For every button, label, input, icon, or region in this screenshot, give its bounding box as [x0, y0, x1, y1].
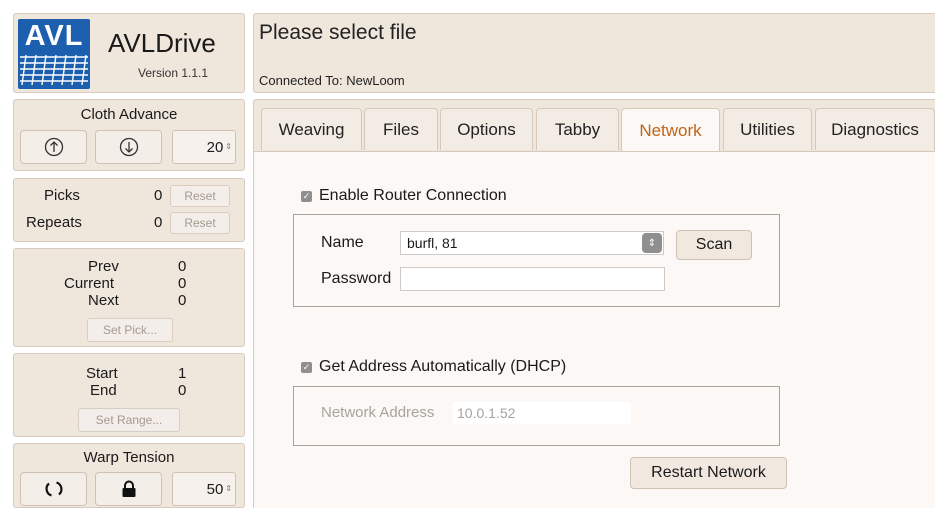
tension-value: 50 [206, 480, 224, 498]
set-pick-button[interactable]: Set Pick... [87, 318, 173, 342]
avl-logo: AVL [18, 19, 90, 89]
password-label: Password [321, 270, 392, 287]
page-title: Please select file [259, 21, 417, 44]
next-value: 0 [178, 292, 187, 309]
app-header-panel: AVL AVLDrive Version 1.1.1 [13, 13, 245, 93]
advance-amount-stepper[interactable]: 20 ⇕ [172, 130, 236, 164]
picks-reset-button[interactable]: Reset [170, 185, 230, 207]
select-arrows-icon: ⇕ [642, 233, 662, 253]
repeats-value: 0 [154, 214, 163, 231]
tab-tabby[interactable]: Tabby [536, 108, 619, 150]
router-checkbox[interactable]: ✓ [301, 191, 312, 202]
router-label: Enable Router Connection [319, 187, 507, 204]
tension-refresh-button[interactable] [20, 472, 87, 506]
refresh-icon [44, 481, 63, 497]
warp-tension-title: Warp Tension [83, 449, 175, 466]
arrow-up-circle-icon [44, 137, 63, 157]
router-fieldset [293, 214, 780, 307]
set-range-button[interactable]: Set Range... [78, 408, 180, 432]
range-panel: Start 1 End 0 Set Range... [13, 353, 245, 437]
password-field[interactable] [400, 267, 665, 291]
prev-label: Prev [88, 258, 119, 275]
current-label: Current [64, 275, 115, 292]
stepper-arrows-icon[interactable]: ⇕ [225, 143, 232, 151]
prev-value: 0 [178, 258, 187, 275]
app-title: AVLDrive [108, 28, 216, 58]
tension-stepper[interactable]: 50 ⇕ [172, 472, 236, 506]
tab-options[interactable]: Options [440, 108, 533, 150]
file-header-panel: Please select file Connected To: NewLoom [253, 13, 935, 93]
name-label: Name [321, 234, 364, 251]
cloth-advance-panel: Cloth Advance 20 ⇕ [13, 99, 245, 171]
advance-up-button[interactable] [20, 130, 87, 164]
picks-value: 0 [154, 187, 163, 204]
dhcp-label: Get Address Automatically (DHCP) [319, 358, 567, 375]
advance-down-button[interactable] [95, 130, 162, 164]
pick-panel: Prev 0 Current 0 Next 0 Set Pick... [13, 248, 245, 347]
current-value: 0 [178, 275, 187, 292]
restart-network-button[interactable]: Restart Network [630, 457, 787, 489]
tab-files[interactable]: Files [364, 108, 438, 150]
arrow-down-circle-icon [119, 137, 138, 157]
app-version: Version 1.1.1 [138, 66, 209, 80]
repeats-reset-button[interactable]: Reset [170, 212, 230, 234]
stepper-arrows-icon[interactable]: ⇕ [225, 485, 232, 493]
connection-status: Connected To: NewLoom [259, 73, 405, 88]
scan-button[interactable]: Scan [676, 230, 752, 260]
start-value: 1 [178, 365, 187, 382]
end-value: 0 [178, 382, 187, 399]
tab-utilities[interactable]: Utilities [723, 108, 812, 150]
woven-pattern-icon [20, 54, 88, 86]
end-label: End [90, 382, 117, 399]
picks-label: Picks [44, 187, 80, 204]
network-address-value: 10.0.1.52 [457, 405, 516, 421]
network-name-select[interactable]: burfl, 81 ⇕ [400, 231, 664, 255]
next-label: Next [88, 292, 119, 309]
tab-network[interactable]: Network [621, 108, 720, 153]
network-address-field: 10.0.1.52 [453, 402, 631, 424]
lock-icon [122, 480, 135, 497]
tab-diagnostics[interactable]: Diagnostics [815, 108, 935, 150]
start-label: Start [86, 365, 118, 382]
network-name-value: burfl, 81 [407, 235, 458, 251]
avl-logo-text: AVL [24, 20, 84, 52]
repeats-label: Repeats [26, 214, 82, 231]
counters-panel: Picks 0 Reset Repeats 0 Reset [13, 178, 245, 242]
tension-lock-button[interactable] [95, 472, 162, 506]
advance-amount-value: 20 [206, 138, 224, 156]
cloth-advance-title: Cloth Advance [80, 106, 178, 123]
warp-tension-panel: Warp Tension 50 ⇕ [13, 443, 245, 508]
tab-weaving[interactable]: Weaving [261, 108, 362, 150]
dhcp-checkbox[interactable]: ✓ [301, 362, 312, 373]
network-address-label: Network Address [321, 404, 435, 421]
